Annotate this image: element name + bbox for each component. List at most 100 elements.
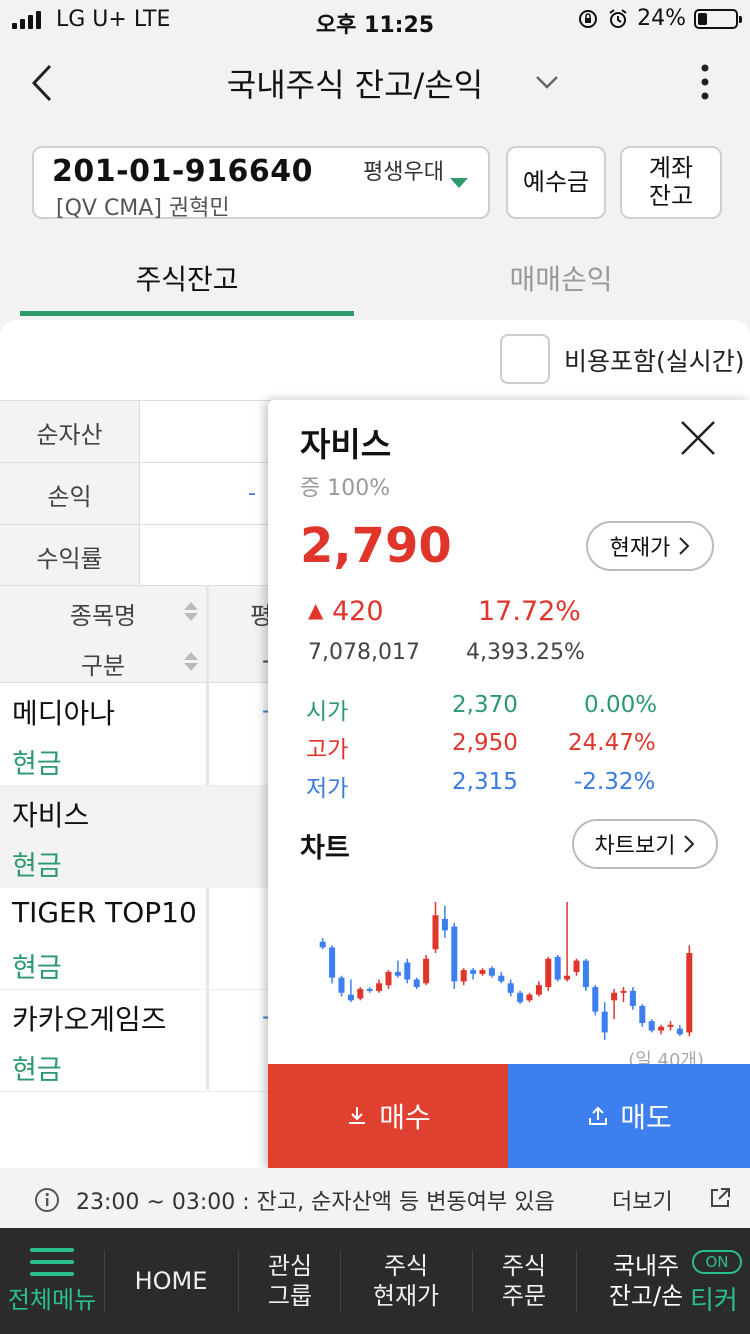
nav-order[interactable]: 주식 주문: [474, 1228, 574, 1334]
view-chart-button[interactable]: 차트보기: [572, 819, 718, 869]
header-stock-name[interactable]: 종목명: [0, 596, 206, 631]
page-title: 국내주식 잔고/손익: [226, 66, 484, 104]
table-row[interactable]: TIGER TOP10 현금: [0, 888, 270, 990]
summary-label: 손익: [0, 463, 140, 525]
stock-name: 자비스: [12, 799, 90, 832]
current-price-button-label: 현재가: [609, 536, 671, 561]
download-icon: [349, 1107, 366, 1124]
candle: [376, 979, 383, 993]
margin-rate: 증 100%: [300, 476, 391, 501]
low-pct: -2.32%: [574, 769, 656, 795]
notice-bar: 23:00 ~ 03:00 : 잔고, 순자산액 등 변동여부 있음 더보기: [0, 1168, 750, 1228]
candle: [488, 966, 495, 978]
battery-level: [698, 12, 707, 25]
ticker-on-badge: ON: [692, 1250, 742, 1274]
nav-watchlist[interactable]: 관심 그룹: [240, 1228, 340, 1334]
candle: [667, 1021, 674, 1031]
candle: [535, 981, 542, 997]
open-pct: 0.00%: [584, 692, 658, 718]
high-value: 2,950: [452, 730, 518, 756]
popup-stock-name: 자비스: [300, 425, 392, 464]
candle: [338, 975, 345, 997]
stock-name: 메디아나: [12, 697, 116, 730]
ticker-toggle[interactable]: 티커: [690, 1280, 738, 1317]
status-bar: LG U+ LTE 오후 11:25 24%: [0, 0, 750, 40]
battery-percent: 24%: [637, 6, 686, 31]
volume-pct: 4,393.25%: [466, 640, 585, 665]
high-label: 고가: [306, 737, 349, 763]
external-link-icon[interactable]: [708, 1186, 732, 1210]
notice-more-link[interactable]: 더보기: [612, 1184, 673, 1216]
tab-trade-pnl[interactable]: 매매손익: [394, 258, 728, 298]
stock-quote-popup: 자비스 증 100% 2,790 현재가 ▲ 420 17.72% 7,078,…: [268, 400, 750, 1168]
alarm-icon: [609, 8, 627, 28]
current-price-button[interactable]: 현재가: [586, 521, 714, 571]
candle: [479, 968, 486, 976]
candle: [460, 968, 467, 986]
info-icon: [35, 1188, 59, 1212]
buy-button[interactable]: 매수: [268, 1064, 508, 1168]
candle: [432, 902, 439, 954]
stock-table-header: 종목명 구분 평 -: [0, 585, 272, 683]
candle: [507, 979, 514, 997]
account-type: [QV CMA] 권혁민: [56, 196, 230, 221]
account-balance-button[interactable]: 계좌 잔고: [620, 146, 722, 219]
account-selector[interactable]: 201-01-916640 평생우대 [QV CMA] 권혁민: [32, 146, 490, 221]
table-row[interactable]: 카카오게임즈 현금 -: [0, 990, 271, 1092]
sell-button[interactable]: 매도: [508, 1064, 750, 1168]
summary-row-pnl: 손익 -: [0, 462, 270, 525]
tab-stock-balance[interactable]: 주식잔고: [20, 258, 354, 298]
open-label: 시가: [306, 699, 349, 725]
summary-label: 순자산: [0, 401, 140, 463]
open-value: 2,370: [452, 692, 518, 718]
close-icon[interactable]: [678, 418, 718, 458]
stock-type: 현금: [12, 851, 62, 882]
candle: [648, 1019, 655, 1033]
candle: [357, 987, 364, 1001]
include-fee-label: 비용포함(실시간): [564, 347, 745, 376]
candle: [394, 960, 401, 978]
candle: [441, 905, 448, 938]
nav-home[interactable]: HOME: [106, 1228, 236, 1334]
table-row[interactable]: 자비스 현금: [0, 786, 270, 888]
candle: [629, 987, 636, 1010]
current-price: 2,790: [300, 518, 452, 574]
candle: [611, 988, 618, 1020]
chevron-right-icon: [679, 537, 690, 555]
header-type[interactable]: 구분: [0, 646, 206, 681]
chevron-down-icon[interactable]: [534, 70, 560, 94]
high-pct: 24.47%: [568, 730, 656, 756]
nav-balance[interactable]: 국내주 잔고/손: [600, 1228, 692, 1334]
notice-text: 23:00 ~ 03:00 : 잔고, 순자산액 등 변동여부 있음: [76, 1190, 555, 1215]
candle: [676, 1024, 683, 1037]
candle: [470, 968, 477, 980]
bottom-navigation: 전체메뉴 HOME 관심 그룹 주식 현재가 주식 주문 국내주 잔고/손 ON…: [0, 1228, 750, 1334]
candle: [545, 956, 552, 991]
candlestick-chart[interactable]: (일 40개): [300, 888, 714, 1064]
chart-section-title: 차트: [300, 833, 350, 864]
include-fee-checkbox[interactable]: [500, 334, 550, 384]
stock-name: TIGER TOP10: [12, 896, 197, 929]
candle: [620, 987, 627, 1003]
candle: [385, 970, 392, 989]
candle: [498, 971, 505, 984]
candle: [404, 958, 411, 984]
chevron-right-icon: [684, 835, 695, 853]
hamburger-menu-icon[interactable]: [30, 1248, 74, 1284]
price-change-value: 420: [331, 596, 384, 627]
dropdown-arrow-icon: [450, 178, 468, 188]
account-branch: 평생우대: [363, 160, 444, 185]
deposit-button[interactable]: 예수금: [506, 146, 606, 219]
table-row[interactable]: 메디아나 현금 -: [0, 684, 271, 786]
candlestick-svg: [319, 902, 693, 1040]
nav-all-menu[interactable]: 전체메뉴: [0, 1280, 104, 1320]
candle: [582, 958, 589, 991]
nav-current-price[interactable]: 주식 현재가: [342, 1228, 470, 1334]
stock-type: 현금: [12, 953, 62, 984]
candle: [592, 985, 599, 1016]
low-value: 2,315: [452, 769, 518, 795]
up-triangle-icon: ▲: [308, 598, 324, 622]
more-menu-icon[interactable]: [690, 58, 720, 108]
candle: [658, 1024, 665, 1035]
candle: [564, 902, 571, 982]
